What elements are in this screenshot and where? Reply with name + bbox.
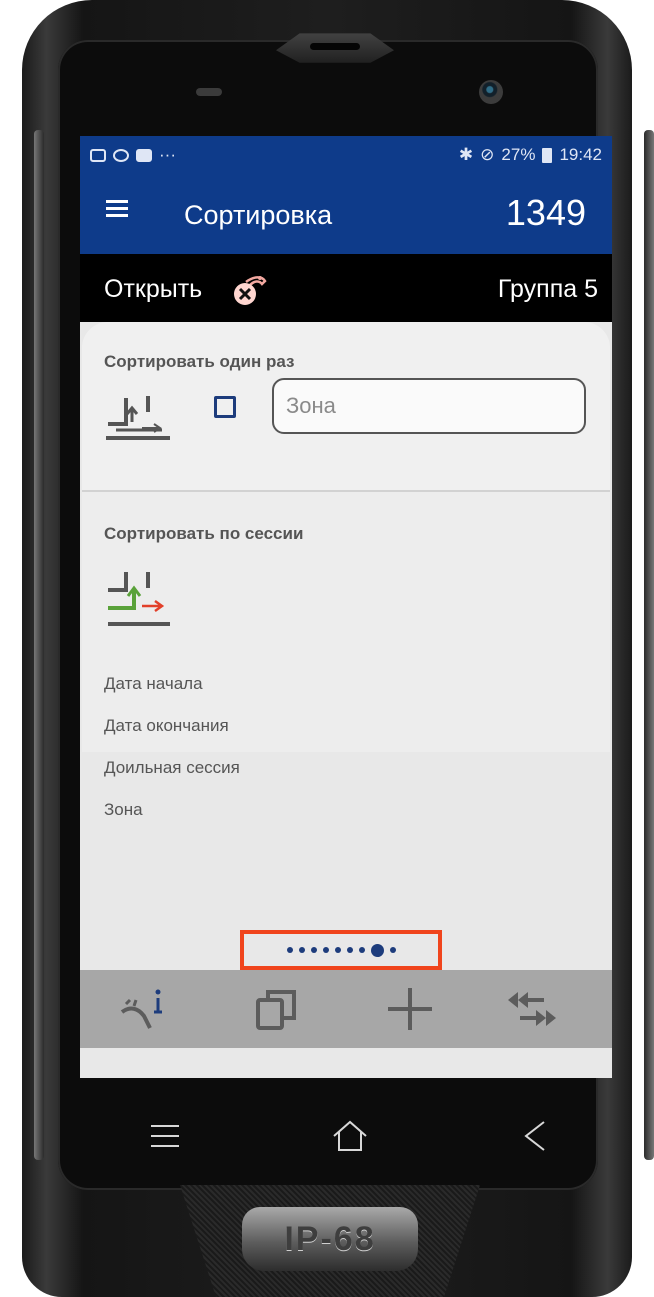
session-field-end-date: Дата окончания: [104, 716, 229, 735]
battery-percent: 27%: [501, 145, 536, 164]
menu-key-icon[interactable]: [145, 1118, 185, 1154]
screen: ··· ✱ ⊘ 27% 19:42 Сортировка 1349 Открыт…: [80, 136, 612, 1078]
page-indicator[interactable]: [240, 930, 442, 970]
status-bar: ··· ✱ ⊘ 27% 19:42: [80, 136, 612, 174]
session-field-milking-session: Доильная сессия: [104, 758, 240, 777]
zone-input[interactable]: [272, 378, 586, 434]
bottom-toolbar: [80, 970, 612, 1048]
ip-rating-badge: IP-68: [242, 1207, 418, 1271]
back-key-icon[interactable]: [516, 1118, 556, 1154]
sort-once-title: Сортировать один раз: [104, 352, 295, 371]
group-label: Группа 5: [497, 275, 598, 303]
proximity-sensor: [196, 88, 222, 96]
nfc-icon: [113, 148, 129, 162]
left-rail: [34, 130, 44, 1160]
sorting-card: Сортировать один раз Сортировать по сесс…: [82, 322, 610, 819]
session-field-zone: Зона: [104, 800, 143, 819]
animal-count: 1349: [505, 192, 586, 233]
image-icon: [90, 148, 106, 162]
dnd-icon: ⊘: [480, 145, 495, 164]
bluetooth-icon: ✱: [458, 145, 474, 164]
sort-session-title: Сортировать по сессии: [104, 524, 304, 543]
animal-info-icon[interactable]: [116, 986, 172, 1032]
open-label[interactable]: Открыть: [104, 275, 202, 304]
sort-once-icon[interactable]: [102, 384, 172, 446]
page-dot[interactable]: [334, 947, 341, 953]
sort-once-checkbox[interactable]: [214, 396, 236, 418]
right-rail: [644, 130, 654, 1160]
front-camera: [479, 80, 503, 104]
clock: 19:42: [559, 145, 602, 164]
page-title: Сортировка: [184, 200, 333, 230]
page-dot[interactable]: [298, 947, 305, 953]
sort-once-section: Сортировать один раз: [82, 322, 610, 492]
transfer-icon[interactable]: [504, 986, 560, 1032]
battery-icon: [542, 147, 553, 163]
add-icon[interactable]: [382, 986, 438, 1032]
page-dot[interactable]: [310, 947, 317, 953]
menu-icon[interactable]: [106, 200, 128, 218]
page-dot[interactable]: [346, 947, 353, 953]
group-bar: Открыть Группа 5: [80, 254, 612, 322]
page-dot[interactable]: [358, 947, 365, 953]
home-key-icon[interactable]: [330, 1118, 370, 1154]
page-dot-active[interactable]: [370, 943, 384, 957]
page-dot[interactable]: [322, 947, 329, 953]
sort-session-icon[interactable]: [102, 568, 172, 630]
session-field-start-date: Дата начала: [104, 674, 203, 693]
app-bar: Сортировка 1349: [80, 174, 612, 254]
page-dot[interactable]: [389, 947, 396, 953]
animal-remove-icon[interactable]: [232, 272, 272, 308]
video-icon: [136, 148, 152, 162]
copy-icon[interactable]: [252, 986, 308, 1032]
more-icon: ···: [159, 145, 176, 164]
page-dot[interactable]: [286, 947, 293, 953]
